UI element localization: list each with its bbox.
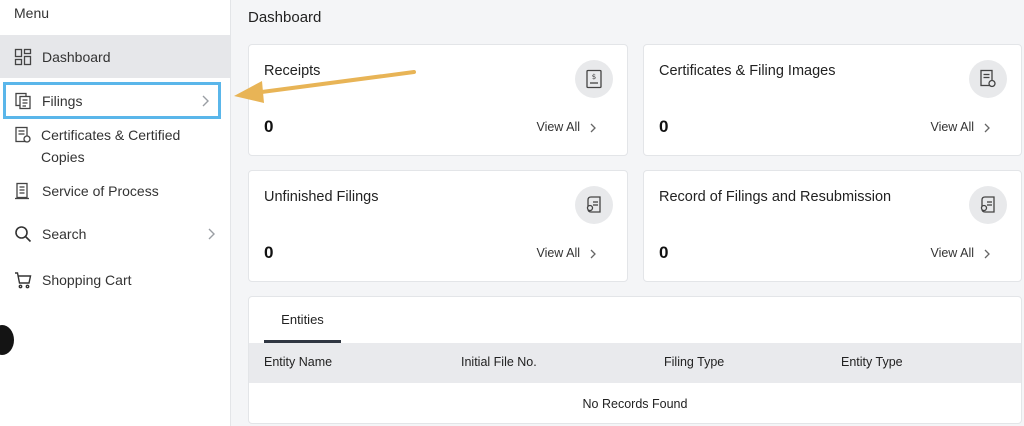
view-all-link[interactable]: View All — [930, 246, 974, 260]
page-title: Dashboard — [248, 9, 322, 26]
column-header-filing-type[interactable]: Filing Type — [664, 355, 724, 369]
card-count: 0 — [659, 243, 669, 262]
column-header-entity-type[interactable]: Entity Type — [841, 355, 903, 369]
column-header-entity-name[interactable]: Entity Name — [264, 355, 332, 369]
filings-docs-icon — [14, 92, 32, 110]
entities-panel: Entities Entity Name Initial File No. Fi… — [248, 296, 1022, 424]
card-title: Unfinished Filings — [264, 189, 379, 205]
view-all-link[interactable]: View All — [536, 120, 580, 134]
menu-title: Menu — [14, 5, 50, 21]
search-icon — [14, 225, 32, 243]
sidebar-item-label: Search — [42, 226, 87, 242]
certificates-filing-images-card: Certificates & Filing Images 0 View All — [643, 44, 1022, 156]
chevron-right-icon — [984, 249, 990, 259]
sidebar-item-label: Service of Process — [42, 183, 159, 199]
certificate-doc-icon — [969, 60, 1007, 98]
sidebar-item-dashboard[interactable]: Dashboard — [0, 35, 230, 78]
chevron-right-icon — [208, 228, 215, 240]
dashboard-grid-icon — [14, 48, 32, 66]
empty-state-text: No Records Found — [582, 397, 688, 411]
record-filings-resubmission-card: Record of Filings and Resubmission 0 Vie… — [643, 170, 1022, 282]
sidebar-item-label: Filings — [42, 92, 83, 109]
service-process-icon — [14, 182, 32, 200]
column-header-initial-file-no[interactable]: Initial File No. — [461, 355, 537, 369]
sidebar-item-label: Dashboard — [42, 48, 111, 65]
view-all-link[interactable]: View All — [930, 120, 974, 134]
filing-list-icon — [969, 186, 1007, 224]
tab-entities[interactable]: Entities — [264, 312, 341, 343]
cart-icon — [14, 271, 32, 289]
sidebar-item-filings[interactable]: Filings — [3, 82, 221, 119]
card-count: 0 — [659, 117, 669, 136]
card-count: 0 — [264, 117, 274, 136]
sidebar-item-service-of-process[interactable]: Service of Process — [0, 179, 230, 203]
card-title: Certificates & Filing Images — [659, 63, 836, 79]
card-title: Record of Filings and Resubmission — [659, 189, 892, 205]
table-header: Entity Name Initial File No. Filing Type… — [249, 343, 1021, 383]
filing-list-icon — [575, 186, 613, 224]
svg-text:$: $ — [592, 73, 596, 81]
receipt-dollar-icon: $ — [575, 60, 613, 98]
card-count: 0 — [264, 243, 274, 262]
chevron-right-icon — [202, 95, 209, 106]
sidebar-item-shopping-cart[interactable]: Shopping Cart — [0, 268, 230, 292]
annotation-arrow-icon — [234, 70, 416, 103]
chevron-right-icon — [590, 249, 596, 259]
view-all-link[interactable]: View All — [536, 246, 580, 260]
certificate-icon — [14, 126, 32, 144]
sidebar-item-label: Certificates & Certified Copies — [41, 127, 181, 165]
sidebar-item-certificates[interactable]: Certificates & Certified Copies — [0, 124, 230, 168]
sidebar-item-label: Shopping Cart — [42, 272, 132, 288]
sidebar: Menu Dashboard Filings Certificates & Ce… — [0, 0, 231, 426]
sidebar-item-search[interactable]: Search — [0, 222, 230, 246]
unfinished-filings-card: Unfinished Filings 0 View All — [248, 170, 628, 282]
chevron-right-icon — [984, 123, 990, 133]
chevron-right-icon — [590, 123, 596, 133]
